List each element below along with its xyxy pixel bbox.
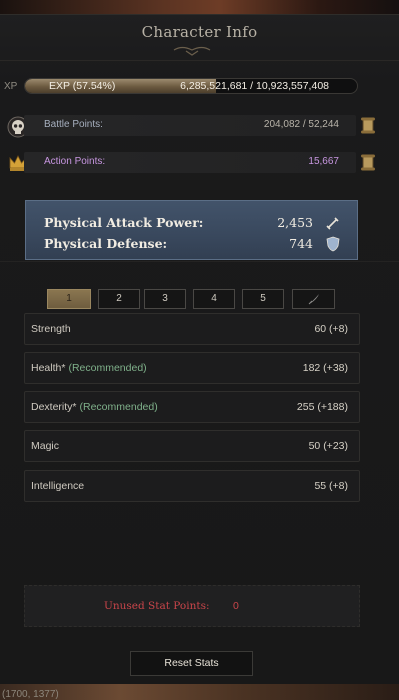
xp-values: 6,285,521,681 / 10,923,557,408 <box>180 80 329 92</box>
action-points-row: Action Points: 15,667 <box>24 152 356 173</box>
battle-points-label: Battle Points: <box>44 119 103 130</box>
tab-preset-3[interactable]: 3 <box>144 289 186 309</box>
xp-label: XP <box>4 81 18 92</box>
unused-points-label: Unused Stat Points: <box>104 600 210 612</box>
stat-name: Strength <box>31 323 71 335</box>
defense-value: 744 <box>289 236 313 251</box>
stat-row-intelligence[interactable]: Intelligence 55 (+8) <box>24 470 360 502</box>
reset-stats-button[interactable]: Reset Stats <box>130 651 253 676</box>
title-divider <box>0 60 399 61</box>
edit-preset-button[interactable] <box>292 289 335 309</box>
stat-value: 55 (+8) <box>314 480 348 492</box>
sword-icon <box>326 217 339 230</box>
stat-value: 255 (+188) <box>296 401 348 413</box>
stat-name: Intelligence <box>31 480 85 492</box>
stat-row-strength[interactable]: Strength 60 (+8) <box>24 313 360 345</box>
stat-value: 60 (+8) <box>314 323 348 335</box>
attack-power-value: 2,453 <box>277 215 313 230</box>
scroll-icon[interactable] <box>361 154 375 171</box>
coordinates-readout: (1700, 1377) <box>2 689 59 700</box>
scroll-icon[interactable] <box>361 117 375 134</box>
stat-value: 50 (+23) <box>308 440 348 452</box>
stat-value: 182 (+38) <box>302 362 348 374</box>
character-info-panel: Character Info XP EXP (57.54%) 6,285,521… <box>0 14 399 686</box>
unused-points-value: 0 <box>233 600 239 612</box>
action-points-label: Action Points: <box>44 156 106 167</box>
tab-preset-2[interactable]: 2 <box>98 289 140 309</box>
stat-recommended: (Recommended) <box>79 401 158 413</box>
game-backdrop-bottom <box>0 684 399 700</box>
quill-icon <box>308 294 319 305</box>
xp-bar: EXP (57.54%) 6,285,521,681 / 10,923,557,… <box>24 78 358 94</box>
preset-tabs: 1 2 3 4 5 <box>47 289 335 309</box>
combat-stats-box: Physical Attack Power: 2,453 Physical De… <box>25 200 358 260</box>
stat-recommended: (Recommended) <box>68 362 147 374</box>
defense-label: Physical Defense: <box>44 236 168 251</box>
action-points-value: 15,667 <box>308 156 339 167</box>
xp-percent: EXP (57.54%) <box>49 80 116 92</box>
stat-row-health[interactable]: Health* (Recommended) 182 (+38) <box>24 352 360 384</box>
stat-name: Magic <box>31 440 60 452</box>
section-divider <box>0 261 399 262</box>
tab-preset-5[interactable]: 5 <box>242 289 284 309</box>
battle-points-value: 204,082 / 52,244 <box>263 119 339 130</box>
stat-row-dexterity[interactable]: Dexterity* (Recommended) 255 (+188) <box>24 391 360 423</box>
unused-stat-points-box: Unused Stat Points: 0 <box>24 585 360 627</box>
tab-preset-4[interactable]: 4 <box>193 289 235 309</box>
stat-name: Health* <box>31 362 66 374</box>
panel-title: Character Info <box>141 23 258 41</box>
attack-power-label: Physical Attack Power: <box>44 215 204 230</box>
tab-preset-1[interactable]: 1 <box>47 289 91 309</box>
stat-row-magic[interactable]: Magic 50 (+23) <box>24 430 360 462</box>
ornament-icon <box>173 46 211 56</box>
battle-points-row: Battle Points: 204,082 / 52,244 <box>24 115 356 136</box>
shield-icon <box>326 236 340 252</box>
stat-name: Dexterity* <box>31 401 77 413</box>
